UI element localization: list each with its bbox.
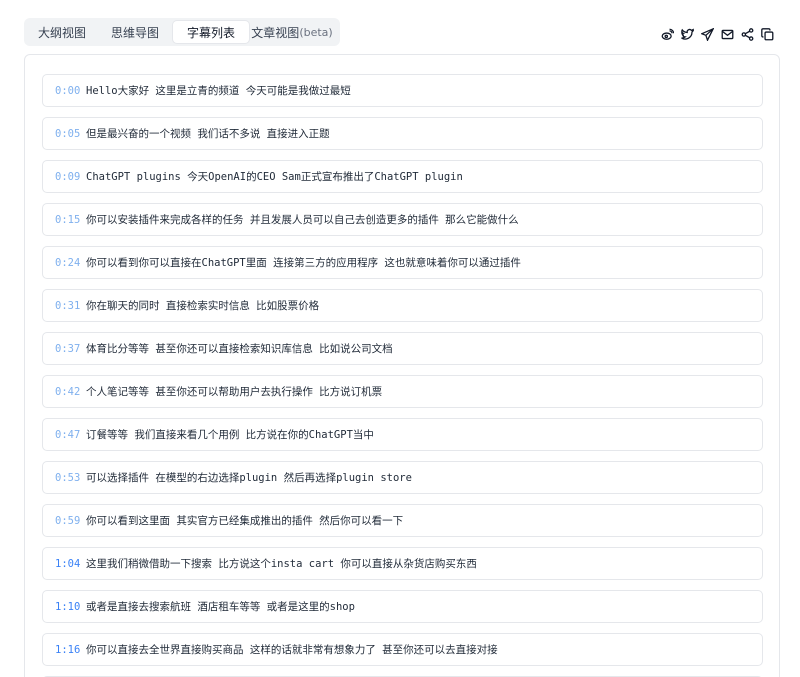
tab-subtitle-list[interactable]: 字幕列表 [173,21,249,43]
share-icon[interactable] [741,28,754,41]
subtitle-timestamp[interactable]: 0:24 [55,257,86,269]
subtitle-row[interactable]: 1:04 这里我们稍微借助一下搜索 比方说这个insta cart 你可以直接从杂… [42,547,763,580]
subtitle-timestamp[interactable]: 1:16 [55,644,86,656]
subtitle-text: 可以选择插件 在模型的右边选择plugin 然后再选择plugin store [86,472,412,484]
subtitle-text: 个人笔记等等 甚至你还可以帮助用户去执行操作 比方说订机票 [86,386,383,398]
share-toolbar [661,28,774,41]
subtitle-text: 订餐等等 我们直接来看几个用例 比方说在你的ChatGPT当中 [86,429,374,441]
subtitle-text: 你在聊天的同时 直接检索实时信息 比如股票价格 [86,300,320,312]
subtitle-timestamp[interactable]: 0:00 [55,85,86,97]
subtitle-row[interactable]: 0:05 但是最兴奋的一个视频 我们话不多说 直接进入正题 [42,117,763,150]
subtitle-text: 这里我们稍微借助一下搜索 比方说这个insta cart 你可以直接从杂货店购买… [86,558,477,570]
beta-badge: (beta) [299,25,333,39]
view-tabs: 大纲视图 思维导图 字幕列表 文章视图 (beta) [24,18,340,46]
subtitle-row[interactable]: 0:53 可以选择插件 在模型的右边选择plugin 然后再选择plugin st… [42,461,763,494]
subtitle-row[interactable]: 0:00 Hello大家好 这里是立青的频道 今天可能是我做过最短 [42,74,763,107]
subtitle-timestamp[interactable]: 0:53 [55,472,86,484]
subtitle-text: 你可以直接去全世界直接购买商品 这样的话就非常有想象力了 甚至你还可以去直接对接 [86,644,498,656]
subtitle-row[interactable]: 0:15 你可以安装插件来完成各样的任务 并且发展人员可以自己去创造更多的插件 那… [42,203,763,236]
subtitle-timestamp[interactable]: 0:42 [55,386,86,398]
mail-icon[interactable] [721,28,734,41]
subtitle-row[interactable]: 0:37 体育比分等等 甚至你还可以直接检索知识库信息 比如说公司文档 [42,332,763,365]
tab-article-view[interactable]: 文章视图 (beta) [249,21,335,43]
subtitle-timestamp[interactable]: 0:31 [55,300,86,312]
subtitle-text: Hello大家好 这里是立青的频道 今天可能是我做过最短 [86,85,351,97]
weibo-icon[interactable] [661,28,674,41]
subtitle-text: 体育比分等等 甚至你还可以直接检索知识库信息 比如说公司文档 [86,343,393,355]
subtitle-text: 但是最兴奋的一个视频 我们话不多说 直接进入正题 [86,128,330,140]
subtitle-row[interactable]: 0:31 你在聊天的同时 直接检索实时信息 比如股票价格 [42,289,763,322]
subtitle-timestamp[interactable]: 0:37 [55,343,86,355]
subtitle-row[interactable]: 0:09 ChatGPT plugins 今天OpenAI的CEO Sam正式宣布… [42,160,763,193]
subtitle-row[interactable]: 1:16 你可以直接去全世界直接购买商品 这样的话就非常有想象力了 甚至你还可以去… [42,633,763,666]
subtitle-list-panel: 0:00 Hello大家好 这里是立青的频道 今天可能是我做过最短 0:05 但是最… [24,54,780,677]
twitter-icon[interactable] [681,28,694,41]
telegram-icon[interactable] [701,28,714,41]
subtitle-row[interactable]: 0:47 订餐等等 我们直接来看几个用例 比方说在你的ChatGPT当中 [42,418,763,451]
subtitle-timestamp[interactable]: 0:09 [55,171,86,183]
subtitle-row[interactable]: 1:10 或者是直接去搜索航班 酒店租车等等 或者是这里的shop [42,590,763,623]
subtitle-timestamp[interactable]: 0:47 [55,429,86,441]
tab-article-view-label: 文章视图 [251,25,300,40]
subtitle-text: 你可以看到你可以直接在ChatGPT里面 连接第三方的应用程序 这也就意味着你可… [86,257,521,269]
subtitle-text: 你可以看到这里面 其实官方已经集成推出的插件 然后你可以看一下 [86,515,404,527]
subtitle-text: 你可以安装插件来完成各样的任务 并且发展人员可以自己去创造更多的插件 那么它能做… [86,214,519,226]
subtitle-row[interactable]: 0:42 个人笔记等等 甚至你还可以帮助用户去执行操作 比方说订机票 [42,375,763,408]
subtitle-timestamp[interactable]: 1:10 [55,601,86,613]
subtitle-timestamp[interactable]: 0:59 [55,515,86,527]
subtitle-timestamp[interactable]: 0:15 [55,214,86,226]
tab-outline-view[interactable]: 大纲视图 [27,21,97,43]
copy-icon[interactable] [761,28,774,41]
subtitle-timestamp[interactable]: 1:04 [55,558,86,570]
subtitle-row[interactable]: 0:59 你可以看到这里面 其实官方已经集成推出的插件 然后你可以看一下 [42,504,763,537]
subtitle-row[interactable]: 0:24 你可以看到你可以直接在ChatGPT里面 连接第三方的应用程序 这也就意… [42,246,763,279]
subtitle-timestamp[interactable]: 0:05 [55,128,86,140]
subtitle-text: ChatGPT plugins 今天OpenAI的CEO Sam正式宣布推出了C… [86,171,463,183]
tab-mind-map[interactable]: 思维导图 [97,21,173,43]
subtitle-text: 或者是直接去搜索航班 酒店租车等等 或者是这里的shop [86,601,355,613]
